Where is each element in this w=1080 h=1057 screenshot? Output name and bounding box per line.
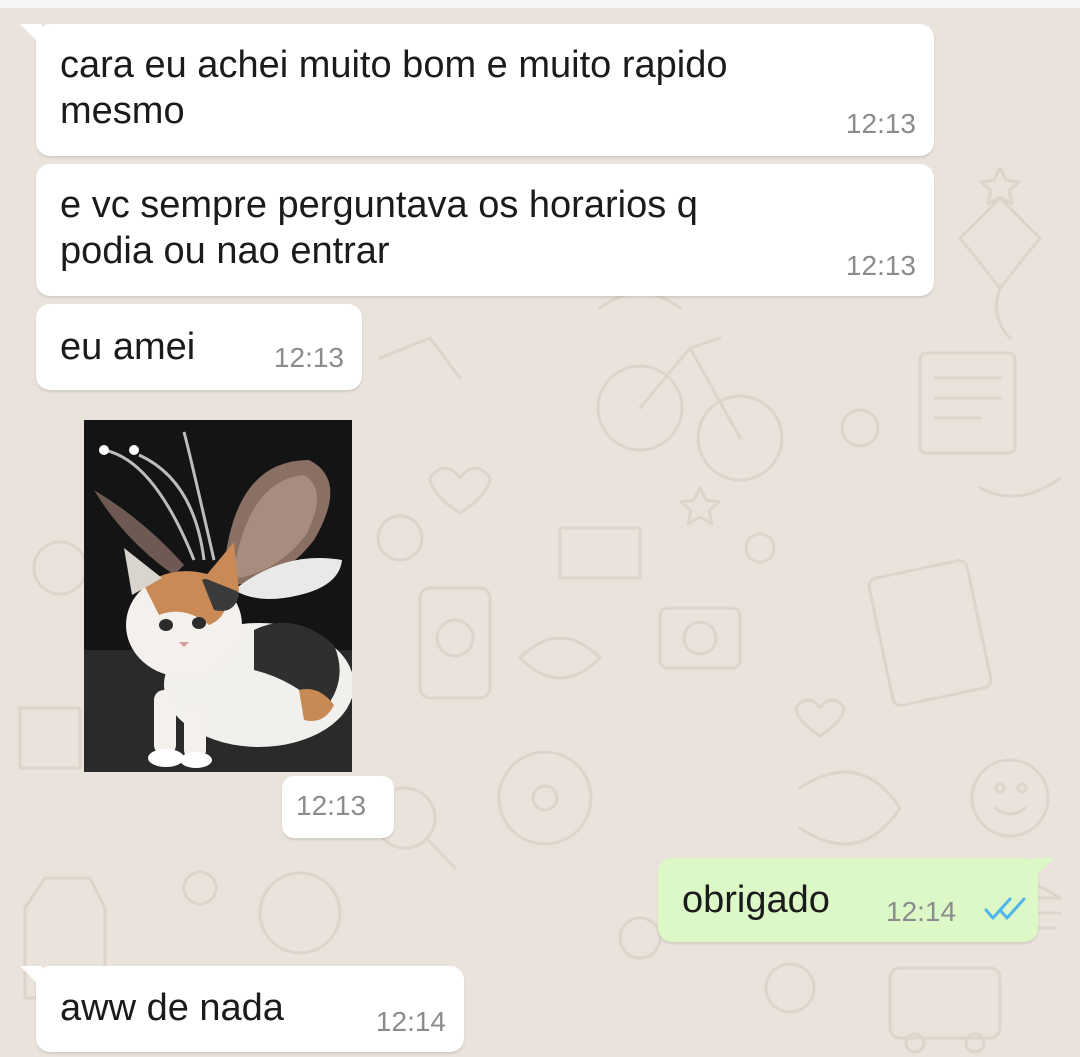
cat-photo-image[interactable]: [84, 420, 352, 772]
message-timestamp: 12:14: [886, 896, 957, 927]
incoming-message-bubble[interactable]: e vc sempre perguntava os horarios q pod…: [36, 164, 934, 296]
message-timestamp: 12:13: [296, 790, 367, 821]
message-text: obrigado: [682, 879, 830, 921]
double-check-icon: [984, 897, 1026, 920]
message-timestamp: 12:13: [845, 108, 916, 139]
message-timestamp: 12:13: [845, 250, 916, 281]
image-timestamp-bubble: 12:13: [282, 776, 394, 838]
message-text: e vc sempre perguntava os horarios q pod…: [60, 184, 698, 272]
message-timestamp: 12:13: [273, 342, 344, 373]
incoming-message-bubble[interactable]: eu amei 12:13: [36, 304, 362, 390]
outgoing-message-bubble[interactable]: obrigado 12:14: [658, 858, 1054, 942]
message-text: eu amei: [60, 326, 196, 368]
top-strip: [0, 0, 1080, 8]
incoming-message-bubble[interactable]: aww de nada 12:14: [20, 966, 464, 1052]
incoming-message-bubble[interactable]: cara eu achei muito bom e muito rapido m…: [20, 24, 934, 156]
message-timestamp: 12:14: [375, 1006, 446, 1037]
message-text: aww de nada: [60, 987, 284, 1029]
message-text: cara eu achei muito bom e muito rapido m…: [60, 44, 728, 132]
cat-with-wings-illustration: [84, 420, 352, 772]
